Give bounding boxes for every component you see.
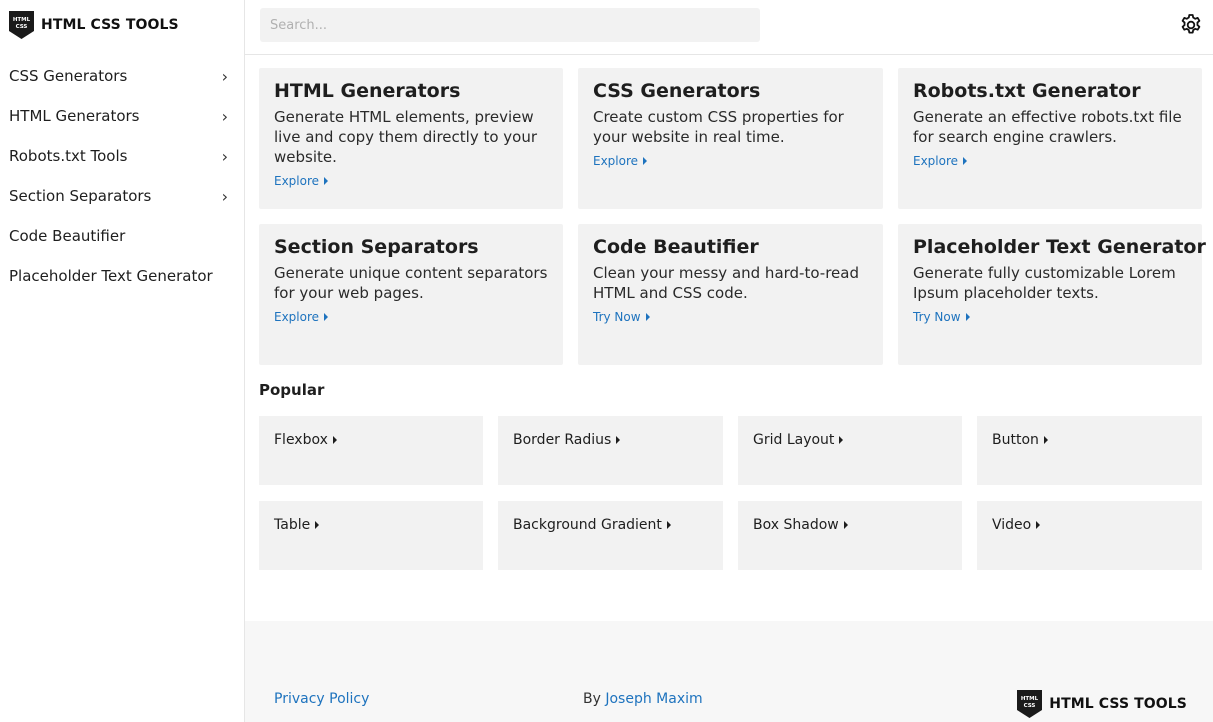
popular-item-background-gradient[interactable]: Background Gradient	[498, 501, 723, 570]
caret-right-icon	[332, 436, 337, 444]
sidebar-item-html-generators[interactable]: HTML Generators ›	[0, 96, 244, 136]
footer-brand-link[interactable]: HTML CSS HTML CSS TOOLS	[1017, 690, 1187, 718]
caret-right-icon	[666, 521, 671, 529]
by-label: By	[583, 691, 601, 707]
svg-text:HTML: HTML	[13, 17, 31, 23]
author-credit: By Joseph Maxim	[583, 691, 703, 707]
caret-right-icon	[643, 157, 648, 165]
card-css-generators: CSS Generators Create custom CSS propert…	[578, 68, 883, 209]
card-description: Generate fully customizable Lorem Ipsum …	[913, 264, 1176, 302]
card-robots-txt-generator: Robots.txt Generator Generate an effecti…	[898, 68, 1202, 209]
popular-item-grid-layout[interactable]: Grid Layout	[738, 416, 962, 485]
sidebar-item-label: Section Separators	[9, 187, 152, 205]
sidebar-item-label: Robots.txt Tools	[9, 147, 128, 165]
card-title: Robots.txt Generator	[913, 80, 1141, 102]
gear-icon[interactable]	[1179, 13, 1203, 37]
svg-text:HTML: HTML	[1021, 696, 1039, 702]
feature-cards: HTML Generators Generate HTML elements, …	[259, 68, 1206, 365]
sidebar-item-robots-txt-tools[interactable]: Robots.txt Tools ›	[0, 136, 244, 176]
card-description: Generate HTML elements, preview live and…	[274, 108, 538, 166]
chevron-right-icon: ›	[221, 146, 228, 166]
card-code-beautifier: Code Beautifier Clean your messy and har…	[578, 224, 883, 365]
chevron-right-icon: ›	[221, 106, 228, 126]
card-placeholder-text-generator: Placeholder Text Generator Generate full…	[898, 224, 1206, 365]
sidebar: HTML CSS HTML CSS TOOLS CSS Generators ›…	[0, 0, 245, 722]
brand-name: HTML CSS TOOLS	[41, 17, 179, 33]
popular-item-video[interactable]: Video	[977, 501, 1202, 570]
explore-link[interactable]: Explore	[274, 174, 329, 188]
try-now-link[interactable]: Try Now	[913, 310, 970, 324]
html-css-logo-icon: HTML CSS	[9, 11, 34, 39]
card-section-separators: Section Separators Generate unique conte…	[259, 224, 563, 365]
sidebar-item-label: Code Beautifier	[9, 227, 126, 245]
sidebar-item-label: HTML Generators	[9, 107, 140, 125]
footer: Privacy Policy By Joseph Maxim HTML CSS …	[245, 621, 1213, 722]
author-link[interactable]: Joseph Maxim	[605, 691, 702, 707]
chevron-right-icon: ›	[221, 186, 228, 206]
explore-link[interactable]: Explore	[913, 154, 968, 168]
caret-right-icon	[1043, 436, 1048, 444]
caret-right-icon	[839, 436, 844, 444]
caret-right-icon	[315, 521, 320, 529]
svg-text:CSS: CSS	[1024, 703, 1036, 709]
explore-link[interactable]: Explore	[593, 154, 648, 168]
caret-right-icon	[324, 177, 329, 185]
card-title: Code Beautifier	[593, 236, 759, 258]
caret-right-icon	[843, 521, 848, 529]
caret-right-icon	[965, 313, 970, 321]
card-description: Create custom CSS properties for your we…	[593, 108, 844, 146]
caret-right-icon	[963, 157, 968, 165]
top-header	[245, 0, 1213, 55]
popular-item-box-shadow[interactable]: Box Shadow	[738, 501, 962, 570]
popular-item-flexbox[interactable]: Flexbox	[259, 416, 483, 485]
card-title: Section Separators	[274, 236, 479, 258]
search-input[interactable]	[260, 8, 760, 42]
popular-grid: Flexbox Border Radius Grid Layout Button…	[259, 416, 1202, 570]
card-description: Clean your messy and hard-to-read HTML a…	[593, 264, 860, 302]
card-description: Generate an effective robots.txt file fo…	[913, 108, 1182, 146]
caret-right-icon	[645, 313, 650, 321]
brand-logo-link[interactable]: HTML CSS HTML CSS TOOLS	[9, 11, 179, 39]
sidebar-item-code-beautifier[interactable]: Code Beautifier	[0, 216, 244, 256]
popular-item-table[interactable]: Table	[259, 501, 483, 570]
card-description: Generate unique content separators for y…	[274, 264, 548, 302]
svg-text:CSS: CSS	[16, 24, 28, 30]
sidebar-item-css-generators[interactable]: CSS Generators ›	[0, 56, 244, 96]
sidebar-item-label: Placeholder Text Generator	[9, 267, 213, 285]
card-title: HTML Generators	[274, 80, 461, 102]
sidebar-item-placeholder-text-generator[interactable]: Placeholder Text Generator	[0, 256, 244, 296]
sidebar-nav: CSS Generators › HTML Generators › Robot…	[0, 56, 244, 296]
sidebar-item-section-separators[interactable]: Section Separators ›	[0, 176, 244, 216]
caret-right-icon	[324, 313, 329, 321]
privacy-policy-link[interactable]: Privacy Policy	[274, 691, 369, 707]
popular-heading: Popular	[259, 381, 325, 399]
caret-right-icon	[616, 436, 621, 444]
popular-item-border-radius[interactable]: Border Radius	[498, 416, 723, 485]
html-css-logo-icon: HTML CSS	[1017, 690, 1043, 718]
try-now-link[interactable]: Try Now	[593, 310, 650, 324]
sidebar-item-label: CSS Generators	[9, 67, 128, 85]
card-title: CSS Generators	[593, 80, 761, 102]
card-title: Placeholder Text Generator	[913, 236, 1206, 258]
explore-link[interactable]: Explore	[274, 310, 329, 324]
card-html-generators: HTML Generators Generate HTML elements, …	[259, 68, 563, 209]
footer-brand-name: HTML CSS TOOLS	[1049, 696, 1187, 712]
chevron-right-icon: ›	[221, 66, 228, 86]
caret-right-icon	[1036, 521, 1041, 529]
popular-item-button[interactable]: Button	[977, 416, 1202, 485]
